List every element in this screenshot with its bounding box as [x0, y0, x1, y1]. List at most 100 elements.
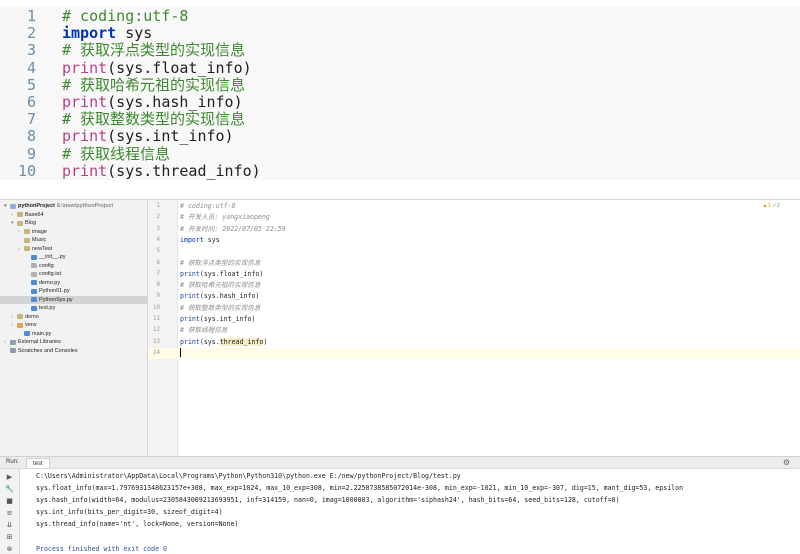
tree-item[interactable]: › Base64 [0, 211, 147, 219]
code-text: (sys.hash_info) [199, 292, 260, 301]
code-function: print [180, 292, 200, 301]
tree-item[interactable]: › venv [0, 321, 147, 329]
tree-item-label: External Libraries [18, 339, 61, 345]
tree-item[interactable]: Scratches and Consoles [0, 347, 147, 355]
folder-icon [24, 246, 30, 251]
scroll-to-end-button[interactable]: ⇊ [5, 521, 14, 530]
line-code: print(sys.int_info) [62, 128, 234, 145]
line-code: import sys [62, 25, 152, 42]
line-number: 10 [17, 161, 36, 180]
line-number: 11 [153, 316, 160, 322]
console-output-line: sys.float_info(max=1.7976931348623157e+3… [36, 484, 684, 493]
console-output-line: sys.hash_info(width=64, modulus=23058430… [36, 496, 620, 505]
tree-item[interactable]: › newTest [0, 245, 147, 253]
tree-item[interactable]: config.txt [0, 270, 147, 278]
code-text: (sys.int_info) [199, 315, 256, 323]
tree-item[interactable]: __init__.py [0, 253, 147, 261]
tree-item[interactable]: › demo [0, 313, 147, 321]
line-code: print(sys.hash_info) [180, 291, 259, 302]
tree-item-label: test.py [39, 305, 56, 311]
line-code: # 获取线程信息 [62, 144, 171, 163]
soft-wrap-button[interactable]: ≡ [5, 509, 14, 518]
line-code: # 获取整数类型的实现信息 [180, 303, 260, 314]
folder-icon [24, 237, 30, 243]
ide-window: ▾ pythonProject E:\new\pythonProject › Base6… [0, 199, 800, 554]
line-code: # 获取哈希元祖的实现信息 [180, 280, 260, 291]
line-number: 10 [153, 304, 160, 311]
line-code: print(sys.thread_info) [62, 161, 261, 180]
line-number: 8 [156, 282, 161, 289]
code-text: sys [116, 24, 153, 43]
tree-item-label: PythonSys.py [39, 296, 73, 303]
tree-item[interactable]: main.py [0, 330, 147, 338]
tree-item-label: config.txt [39, 271, 62, 277]
tree-item[interactable]: demo.py [0, 279, 147, 287]
file-icon [31, 263, 37, 268]
line-code: print(sys.hash_info) [62, 94, 243, 111]
code-text: (sys.thread_info) [107, 161, 261, 180]
snippet-line: 6 print(sys.hash_info) [0, 94, 800, 111]
editor-line: 10 # 获取整数类型的实现信息 [148, 303, 800, 314]
editor-line: 5 [148, 246, 800, 257]
tree-item[interactable]: PythonSys.py [0, 295, 147, 304]
snippet-line: 9 # 获取线程信息 [0, 144, 800, 163]
editor-line: 8 # 获取哈希元祖的实现信息 [148, 280, 800, 291]
code-comment: # 获取线程信息 [62, 144, 171, 163]
line-code: # 获取线程信息 [180, 325, 228, 336]
tree-item[interactable]: ▾ Blog [0, 219, 147, 227]
editor-line: 7 print(sys.float_info) [148, 269, 800, 280]
line-code: print(sys.float_info) [62, 59, 252, 77]
tree-item[interactable]: Music [0, 236, 147, 244]
folder-icon [17, 220, 23, 226]
run-label: Run: [6, 459, 19, 465]
tree-item-label: demo [25, 313, 39, 320]
line-number: 6 [26, 93, 36, 111]
editor-line: 11 print(sys.int_info) [148, 314, 800, 325]
line-number: 13 [153, 338, 160, 345]
editor-line: 4 import sys [148, 235, 800, 246]
line-code: # 获取浮点类型的实现信息 [62, 42, 245, 59]
code-comment: # coding:utf-8 [62, 7, 189, 25]
stop-button[interactable]: ■ [5, 497, 14, 506]
tree-item[interactable]: config [0, 262, 147, 270]
snippet-line: 4 print(sys.float_info) [0, 58, 800, 77]
code-keyword: import [180, 235, 204, 244]
tree-item[interactable]: › image [0, 228, 147, 236]
run-tab-test[interactable]: test [26, 458, 50, 468]
python-file-icon [24, 331, 30, 336]
gear-icon[interactable]: ⚙ [783, 458, 790, 467]
code-editor[interactable]: ▲1 ✓2 1 # coding:utf-8 2 # 开发人员: yangxiaope… [148, 200, 800, 456]
folder-icon [17, 322, 23, 328]
clear-button[interactable]: ⊗ [5, 545, 14, 554]
console-output-line: sys.thread_info(name='nt', lock=None, ve… [36, 520, 239, 529]
tree-item[interactable]: ▾ pythonProject E:\new\pythonProject [0, 202, 147, 210]
code-text: (sys.float_info) [199, 269, 264, 278]
code-comment: # 获取浮点类型的实现信息 [180, 258, 261, 267]
line-number: 5 [26, 75, 36, 94]
run-console[interactable]: C:\Users\Administrator\AppData\Local\Pro… [20, 469, 800, 554]
editor-line: 6 # 获取浮点类型的实现信息 [148, 258, 800, 269]
folder-icon [17, 314, 23, 319]
line-number: 3 [156, 225, 161, 232]
snippet-line: 7 # 获取整数类型的实现信息 [0, 111, 800, 128]
code-keyword: import [62, 24, 117, 43]
tree-item[interactable]: › External Libraries [0, 338, 147, 346]
python-file-icon [31, 280, 37, 285]
tree-item[interactable]: Python01.py [0, 287, 147, 295]
line-number: 4 [26, 58, 36, 77]
python-file-icon [31, 305, 37, 311]
run-toolbar: ▶ 🔧 ■ ≡ ⇊ ⊞ ⊗ [0, 469, 20, 554]
line-number: 5 [156, 248, 161, 255]
settings-button[interactable]: 🔧 [5, 485, 14, 494]
code-text: (sys.hash_info) [107, 93, 243, 111]
rerun-button[interactable]: ▶ [5, 473, 14, 482]
code-function: print [62, 161, 108, 180]
print-button[interactable]: ⊞ [5, 533, 14, 542]
highlighted-identifier: thread_info [219, 337, 264, 346]
snippet-line: 2 import sys [0, 25, 800, 42]
editor-line: 14 [148, 347, 800, 360]
line-number: 7 [26, 110, 36, 129]
tree-item[interactable]: test.py [0, 304, 147, 312]
code-snippet: 1 # coding:utf-8 2 import sys 3 # 获取浮点类型的实现信息… [0, 0, 800, 182]
line-code: print(sys.int_info) [180, 314, 255, 325]
